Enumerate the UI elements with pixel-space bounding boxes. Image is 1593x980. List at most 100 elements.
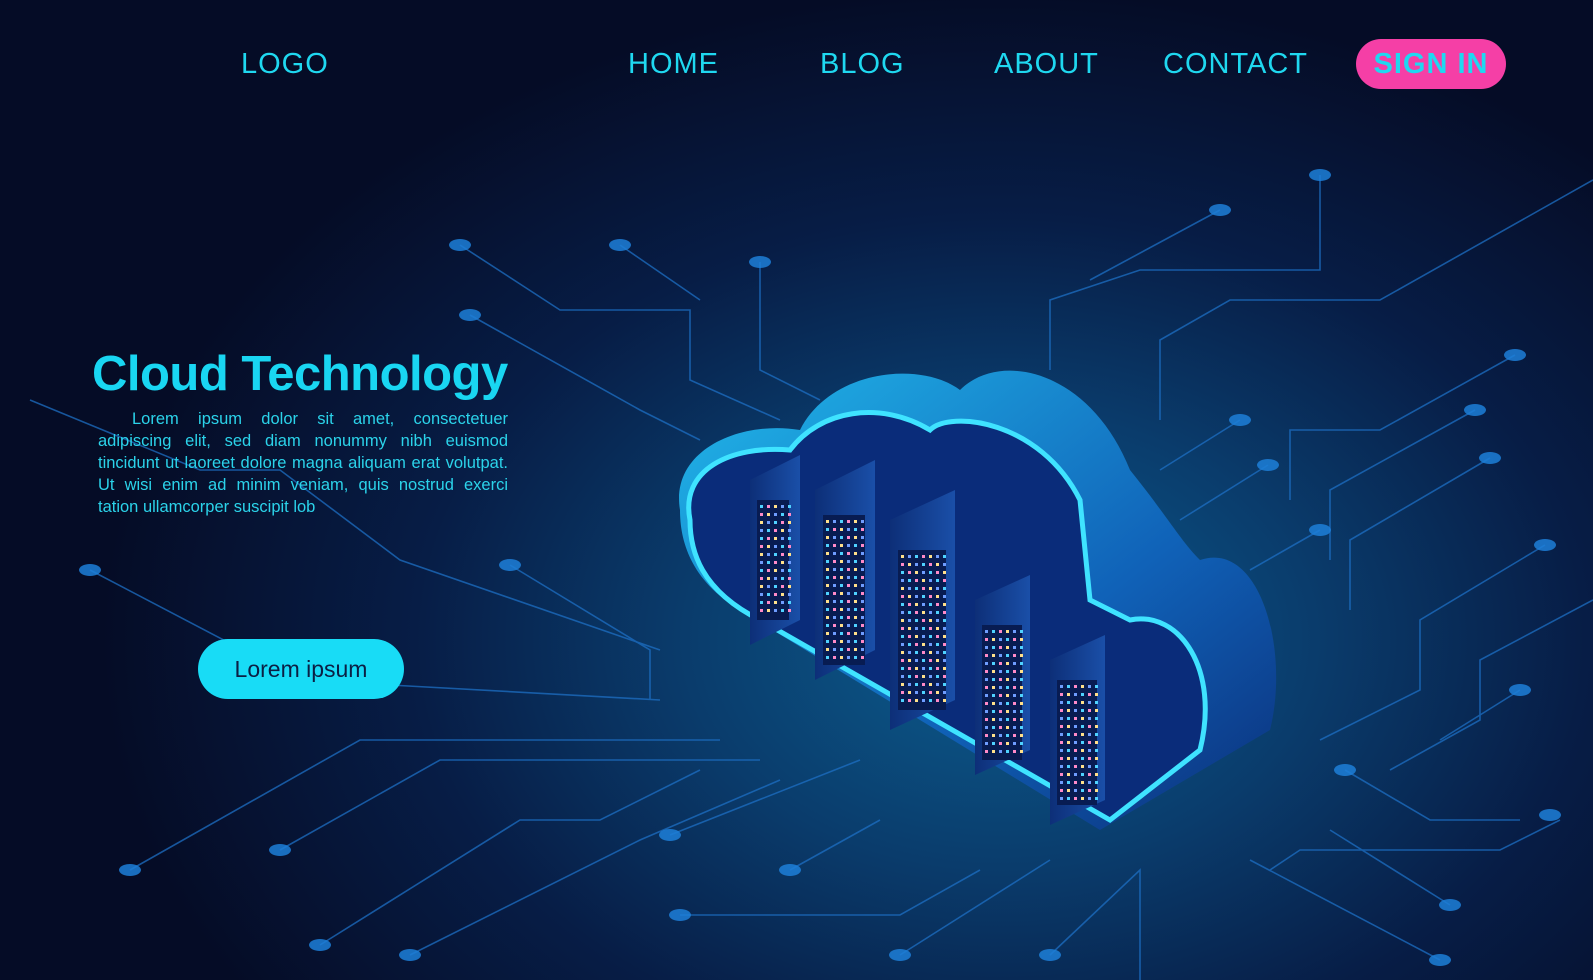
server-led (943, 611, 946, 614)
server-led (901, 579, 904, 582)
nav-contact[interactable]: CONTACT (1163, 48, 1308, 81)
server-led (1060, 773, 1063, 776)
server-led (840, 648, 843, 651)
server-led (847, 640, 850, 643)
cta-button[interactable]: Lorem ipsum (198, 639, 404, 699)
server-led (985, 686, 988, 689)
server-led (788, 593, 791, 596)
sign-in-button[interactable]: SIGN IN (1356, 39, 1506, 89)
server-led (847, 632, 850, 635)
server-led (826, 656, 829, 659)
server-led (861, 600, 864, 603)
server-led (826, 592, 829, 595)
server-led (854, 632, 857, 635)
server-led (1081, 717, 1084, 720)
server-led (760, 529, 763, 532)
nav-about[interactable]: ABOUT (994, 48, 1099, 81)
server-led (1006, 686, 1009, 689)
server-led (943, 635, 946, 638)
server-led (767, 545, 770, 548)
server-led (861, 648, 864, 651)
server-led (999, 630, 1002, 633)
server-led (1081, 741, 1084, 744)
server-led (943, 683, 946, 686)
server-led (1013, 718, 1016, 721)
server-led (922, 587, 925, 590)
nav-home[interactable]: HOME (628, 48, 719, 81)
server-led (826, 624, 829, 627)
server-led (826, 520, 829, 523)
server-led (760, 569, 763, 572)
server-led (992, 742, 995, 745)
server-led (833, 640, 836, 643)
server-led (985, 694, 988, 697)
server-led (992, 678, 995, 681)
server-led (943, 699, 946, 702)
server-led (1060, 725, 1063, 728)
server-led (760, 593, 763, 596)
server-led (847, 528, 850, 531)
hero-title: Cloud Technology (92, 347, 508, 401)
logo-link[interactable]: LOGO (241, 48, 329, 81)
server-led (1060, 797, 1063, 800)
server-led (1081, 725, 1084, 728)
server-led (936, 571, 939, 574)
server-led (943, 691, 946, 694)
server-led (781, 577, 784, 580)
server-led (760, 537, 763, 540)
server-led (826, 544, 829, 547)
server-led (929, 627, 932, 630)
server-led (1067, 797, 1070, 800)
server-led (1088, 749, 1091, 752)
server-led (1081, 733, 1084, 736)
server-led (943, 651, 946, 654)
server-led (854, 584, 857, 587)
server-led (1088, 717, 1091, 720)
server-led (943, 563, 946, 566)
server-led (922, 643, 925, 646)
server-led (922, 699, 925, 702)
server-led (847, 544, 850, 547)
server-led (1013, 702, 1016, 705)
server-led (767, 521, 770, 524)
server-led (854, 640, 857, 643)
server-led (840, 624, 843, 627)
server-led (840, 584, 843, 587)
nav-blog[interactable]: BLOG (820, 48, 905, 81)
server-led (1067, 749, 1070, 752)
server-led (781, 593, 784, 596)
server-led (1060, 733, 1063, 736)
server-led (854, 600, 857, 603)
server-led (854, 528, 857, 531)
server-led (781, 513, 784, 516)
server-led (847, 584, 850, 587)
server-led (1020, 678, 1023, 681)
server-led (847, 520, 850, 523)
server-led (788, 537, 791, 540)
server-led (915, 651, 918, 654)
server-led (1067, 741, 1070, 744)
server-led (922, 667, 925, 670)
server-led (1006, 726, 1009, 729)
server-led (1060, 685, 1063, 688)
server-led (1067, 725, 1070, 728)
server-led (774, 553, 777, 556)
server-led (929, 643, 932, 646)
server-led (840, 552, 843, 555)
server-led (1095, 693, 1098, 696)
server-led (861, 544, 864, 547)
server-led (1067, 709, 1070, 712)
server-led (985, 726, 988, 729)
server-led (901, 635, 904, 638)
server-led (788, 609, 791, 612)
server-led (1006, 742, 1009, 745)
server-led (992, 654, 995, 657)
server-led (1088, 797, 1091, 800)
server-led (767, 593, 770, 596)
server-led (760, 521, 763, 524)
server-led (915, 683, 918, 686)
server-led (922, 555, 925, 558)
server-led (833, 608, 836, 611)
server-led (760, 505, 763, 508)
server-led (1060, 709, 1063, 712)
